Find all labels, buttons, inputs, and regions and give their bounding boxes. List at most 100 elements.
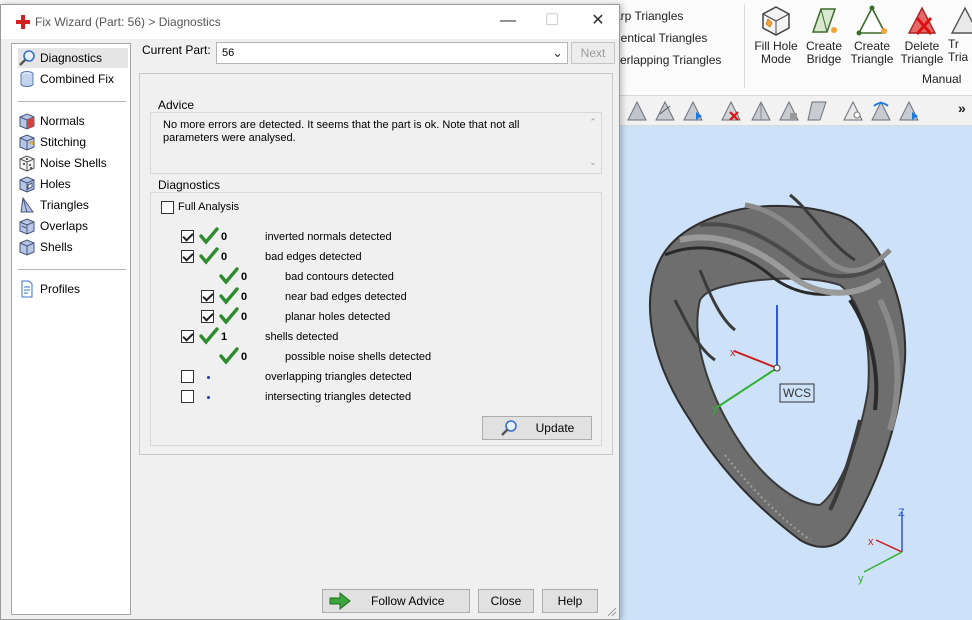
sidebar-item-label: Profiles — [40, 282, 81, 296]
sidebar-item-holes[interactable]: Holes — [18, 174, 128, 194]
fill-hole-mode-button[interactable]: Fill Hole Mode — [752, 4, 800, 72]
diag-count: 0 — [221, 251, 228, 263]
diag-checkbox-shells[interactable] — [181, 330, 194, 343]
triangle-tool-icon[interactable] — [626, 100, 648, 122]
diag-checkbox-bad-edges[interactable] — [181, 250, 194, 263]
full-analysis-checkbox[interactable] — [161, 201, 174, 214]
dialog-titlebar[interactable]: Fix Wizard (Part: 56) > Diagnostics — ☐ … — [1, 5, 619, 39]
triangle-tool-icon[interactable] — [870, 100, 892, 122]
ribbon-group-manual: Manual — [922, 72, 962, 86]
cube-overlaps-icon — [19, 218, 35, 235]
delete-triangle-label: Delete Triangle — [900, 39, 944, 66]
triangle-tool-icon[interactable] — [750, 100, 772, 122]
ribbon-link-identical-triangles[interactable]: dentical Triangles — [614, 31, 707, 45]
sidebar-item-noise-shells[interactable]: Noise Shells — [18, 153, 128, 173]
diag-text: planar holes detected — [285, 311, 391, 323]
fill-hole-mode-label: Fill Hole Mode — [754, 39, 798, 66]
diagnostics-box: Full Analysis 0 inverted normals detecte… — [150, 192, 602, 446]
diag-text: possible noise shells detected — [285, 351, 432, 363]
help-button[interactable]: Help — [542, 589, 598, 613]
diag-checkbox-overlapping-triangles[interactable] — [181, 370, 194, 383]
green-check-icon — [219, 307, 239, 325]
diag-count: 1 — [221, 331, 228, 343]
diag-count: 0 — [241, 271, 248, 283]
wcs-label: WCS — [783, 386, 811, 400]
sidebar-item-label: Normals — [40, 114, 85, 128]
triangle-tool-icon[interactable] — [806, 100, 828, 122]
create-bridge-icon — [811, 8, 837, 33]
update-button[interactable]: Update — [482, 416, 592, 440]
diag-count: 0 — [221, 231, 228, 243]
full-analysis-label: Full Analysis — [178, 201, 240, 213]
red-cross-icon — [16, 15, 30, 29]
sidebar-item-combined-fix[interactable]: Combined Fix — [18, 69, 128, 89]
cube-shells-icon — [19, 239, 35, 256]
triangle-tool-icon[interactable] — [842, 100, 864, 122]
delete-triangle-icon — [907, 6, 937, 35]
diag-checkbox-near-bad-edges[interactable] — [201, 290, 214, 303]
diag-text: near bad edges detected — [285, 291, 407, 303]
magnifier-icon — [19, 50, 35, 66]
wizard-sidebar: Diagnostics Combined Fix Normals Stitchi… — [11, 43, 131, 615]
create-triangle-button[interactable]: Create Triangle — [848, 4, 896, 72]
diag-text: bad contours detected — [285, 271, 394, 283]
sidebar-item-shells[interactable]: Shells — [18, 237, 128, 257]
triangle-tool-icon[interactable] — [778, 100, 800, 122]
current-part-label: Current Part: — [142, 43, 211, 57]
minimize-button[interactable]: — — [485, 5, 531, 39]
sidebar-item-stitching[interactable]: Stitching — [18, 132, 128, 152]
delete-triangle-button[interactable]: Delete Triangle — [898, 4, 946, 72]
close-window-button[interactable]: ✕ — [575, 5, 621, 39]
diag-text: inverted normals detected — [265, 231, 392, 243]
ribbon-link-sharp-triangles[interactable]: arp Triangles — [614, 9, 683, 23]
follow-advice-button[interactable]: Follow Advice — [322, 589, 470, 613]
truncated-ribbon-button[interactable]: Tr Tria — [948, 4, 972, 72]
sidebar-item-overlaps[interactable]: Overlaps — [18, 216, 128, 236]
fix-wizard-dialog: Fix Wizard (Part: 56) > Diagnostics — ☐ … — [0, 4, 620, 620]
sidebar-item-triangles[interactable]: Triangles — [18, 195, 128, 215]
triangle-tool-icon[interactable] — [654, 100, 676, 122]
diagnostics-group-title: Diagnostics — [158, 178, 221, 192]
sidebar-item-profiles[interactable]: Profiles — [18, 279, 128, 299]
create-bridge-label: Create Bridge — [805, 39, 843, 66]
green-arrow-icon — [329, 592, 351, 610]
sidebar-divider — [18, 269, 126, 270]
scroll-down-icon[interactable]: ⌄ — [587, 157, 599, 168]
cylinder-icon — [20, 71, 34, 87]
app-toolbar — [620, 96, 972, 126]
triangle-tool-icon[interactable] — [898, 100, 920, 122]
scroll-up-icon[interactable]: ⌃ — [587, 117, 599, 128]
sidebar-item-label: Holes — [40, 177, 71, 191]
cube-normals-icon — [19, 113, 35, 130]
ring-model[interactable]: x y WCS Z x y — [620, 126, 972, 620]
triangle-icon — [20, 196, 34, 213]
3d-viewport[interactable]: x y WCS Z x y — [620, 126, 972, 620]
maximize-button[interactable]: ☐ — [529, 5, 575, 39]
cube-stitching-icon — [19, 134, 35, 151]
diag-checkbox-planar-holes[interactable] — [201, 310, 214, 323]
resize-grip-icon[interactable] — [607, 607, 617, 617]
create-bridge-button[interactable]: Create Bridge — [800, 4, 848, 72]
sidebar-item-label: Overlaps — [40, 219, 89, 233]
sidebar-divider — [18, 101, 126, 102]
sidebar-item-label: Diagnostics — [40, 51, 103, 65]
ribbon-link-overlapping-triangles[interactable]: verlapping Triangles — [614, 53, 721, 67]
diag-text: bad edges detected — [265, 251, 362, 263]
diag-count: 0 — [241, 291, 248, 303]
diag-checkbox-intersecting-triangles[interactable] — [181, 390, 194, 403]
sidebar-item-normals[interactable]: Normals — [18, 111, 128, 131]
triangle-move-icon[interactable] — [682, 100, 704, 122]
sidebar-item-diagnostics[interactable]: Diagnostics — [18, 48, 128, 68]
wcs-axis-y-label: y — [712, 403, 718, 415]
current-part-select[interactable]: 56 ⌄ — [216, 42, 568, 64]
green-check-icon — [219, 347, 239, 365]
update-label: Update — [535, 421, 575, 435]
chevron-down-icon: ⌄ — [552, 45, 563, 60]
diag-checkbox-inverted-normals[interactable] — [181, 230, 194, 243]
next-button[interactable]: Next — [571, 42, 615, 64]
create-triangle-label: Create Triangle — [850, 39, 894, 66]
triangle-delete-icon[interactable] — [720, 100, 742, 122]
advice-box: No more errors are detected. It seems th… — [150, 112, 602, 174]
close-button[interactable]: Close — [478, 589, 534, 613]
toolbar-more-button[interactable]: » — [958, 100, 966, 116]
